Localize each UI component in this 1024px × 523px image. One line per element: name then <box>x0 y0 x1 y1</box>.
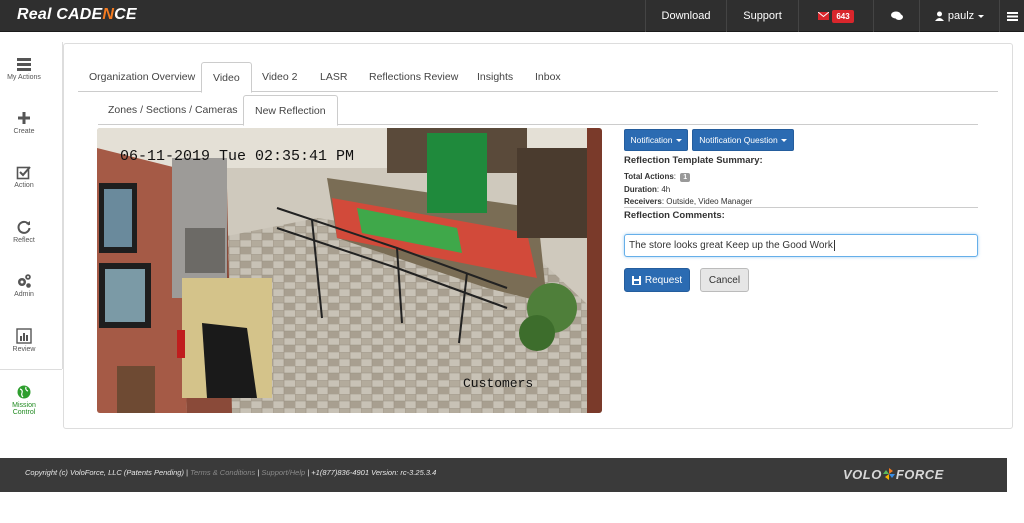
total-actions-badge: 1 <box>680 173 691 182</box>
plus-icon <box>18 112 30 124</box>
tab-video[interactable]: Video <box>201 62 252 93</box>
template-summary-title: Reflection Template Summary: <box>624 155 763 166</box>
voloforce-logo: VOLO FORCE <box>843 467 944 482</box>
support-help-link[interactable]: Support/Help <box>261 468 305 477</box>
terms-link[interactable]: Terms & Conditions <box>190 468 255 477</box>
username: paulz <box>947 10 975 22</box>
total-actions-label: Total Actions <box>624 172 674 181</box>
brand-c: C <box>114 6 126 23</box>
brand-logo[interactable]: Real CADENCE <box>17 6 137 24</box>
user-menu[interactable]: paulz <box>919 0 999 32</box>
chat-link[interactable] <box>873 0 919 32</box>
tab-insights[interactable]: Insights <box>477 62 513 92</box>
brand-accent-n: N <box>102 6 115 23</box>
camera-timestamp: 06-11-2019 Tue 02:35:41 PM <box>120 148 355 165</box>
logo-right-text: FORCE <box>895 467 944 482</box>
tab-reflections-review[interactable]: Reflections Review <box>369 62 458 92</box>
duration-value: 4h <box>661 185 671 194</box>
refresh-icon <box>17 220 31 234</box>
notification-question-button-label: Notification Question <box>699 135 778 145</box>
sidebar-item-create[interactable]: Create <box>0 110 48 135</box>
sidebar-item-my-actions[interactable]: My Actions <box>0 56 48 81</box>
sidebar-item-review[interactable]: Review <box>0 328 48 353</box>
duration-label: Duration <box>624 185 657 194</box>
notification-button-label: Notification <box>630 135 673 145</box>
footer-copyright: Copyright (c) VoloForce, LLC (Patents Pe… <box>25 468 191 477</box>
total-actions-row: Total Actions: 1 <box>624 172 691 182</box>
camera-snapshot: 06-11-2019 Tue 02:35:41 PM Customers <box>97 128 602 413</box>
sidebar-item-label: Review <box>12 346 36 353</box>
sidebar-item-action[interactable]: Action <box>0 164 48 189</box>
download-link[interactable]: Download <box>645 0 726 32</box>
chevron-down-icon <box>780 138 787 142</box>
save-icon <box>631 275 641 285</box>
request-button[interactable]: Request <box>624 268 690 292</box>
bar-chart-icon <box>16 328 32 344</box>
subtab-new-reflection[interactable]: New Reflection <box>243 95 338 126</box>
sidebar-divider <box>0 369 62 370</box>
comments-icon <box>890 11 903 20</box>
checkbox-icon <box>16 166 31 180</box>
sidebar-item-mission-control[interactable]: Mission Control <box>0 384 48 416</box>
menu-icon <box>1006 11 1018 21</box>
main-tabs: Organization Overview Video Video 2 LASR… <box>78 62 998 93</box>
camera-scene-image <box>97 128 602 413</box>
globe-icon <box>17 385 31 399</box>
user-icon <box>934 11 944 21</box>
support-link[interactable]: Support <box>726 0 798 32</box>
sidebar-item-reflect[interactable]: Reflect <box>0 219 48 244</box>
brand-mid: CADE <box>56 6 103 23</box>
brand-prefix: Real <box>17 6 57 23</box>
tab-organization-overview[interactable]: Organization Overview <box>89 62 195 92</box>
gears-icon <box>18 274 31 288</box>
sidebar: My Actions Create Action Reflect Admin R… <box>0 42 62 423</box>
receivers-row: Receivers: Outside, Video Manager <box>624 197 753 206</box>
logo-left-text: VOLO <box>843 467 882 482</box>
sidebar-item-label: Create <box>13 128 35 135</box>
sidebar-item-label: Reflect <box>13 237 35 244</box>
reflection-comment-input[interactable]: The store looks great Keep up the Good W… <box>624 234 978 257</box>
envelope-icon <box>818 12 830 20</box>
request-button-label: Request <box>644 274 683 286</box>
receivers-label: Receivers <box>624 197 662 206</box>
pinwheel-icon <box>882 468 895 480</box>
camera-label: Customers <box>463 376 534 391</box>
notification-dropdown-button[interactable]: Notification <box>624 129 688 151</box>
receivers-value: Outside, Video Manager <box>666 197 753 206</box>
cancel-button[interactable]: Cancel <box>700 268 749 292</box>
tab-inbox[interactable]: Inbox <box>535 62 561 92</box>
chevron-down-icon <box>675 138 682 142</box>
tab-video-2[interactable]: Video 2 <box>262 62 297 92</box>
sidebar-item-label: Admin <box>14 291 34 298</box>
sidebar-item-label: My Actions <box>7 74 41 81</box>
brand-e: E <box>125 6 137 23</box>
comment-text: The store looks great Keep up the Good W… <box>629 240 833 251</box>
sidebar-item-admin[interactable]: Admin <box>0 273 48 298</box>
list-icon <box>17 58 31 71</box>
footer: Copyright (c) VoloForce, LLC (Patents Pe… <box>0 458 1007 492</box>
reflection-comments-title: Reflection Comments: <box>624 210 725 221</box>
mail-count-badge: 643 <box>832 9 854 23</box>
top-navbar: Real CADENCE Download Support 643 paulz <box>0 0 1024 32</box>
mail-link[interactable]: 643 <box>798 0 873 32</box>
sidebar-item-label: Action <box>14 182 34 189</box>
footer-text: Copyright (c) VoloForce, LLC (Patents Pe… <box>25 468 436 477</box>
sidebar-item-label: Mission Control <box>12 402 36 416</box>
duration-row: Duration: 4h <box>624 185 671 194</box>
sub-tabs: Zones / Sections / Cameras New Reflectio… <box>98 95 978 126</box>
hamburger-menu[interactable] <box>999 0 1024 32</box>
text-cursor <box>833 240 835 251</box>
subtab-zones-sections-cameras[interactable]: Zones / Sections / Cameras <box>108 95 238 125</box>
footer-contact-version: | +1(877)836-4901 Version: rc-3.25.3.4 <box>305 468 437 477</box>
chevron-down-icon <box>978 14 985 18</box>
form-divider <box>624 207 978 208</box>
notification-question-dropdown-button[interactable]: Notification Question <box>692 129 794 151</box>
tab-lasr[interactable]: LASR <box>320 62 347 92</box>
